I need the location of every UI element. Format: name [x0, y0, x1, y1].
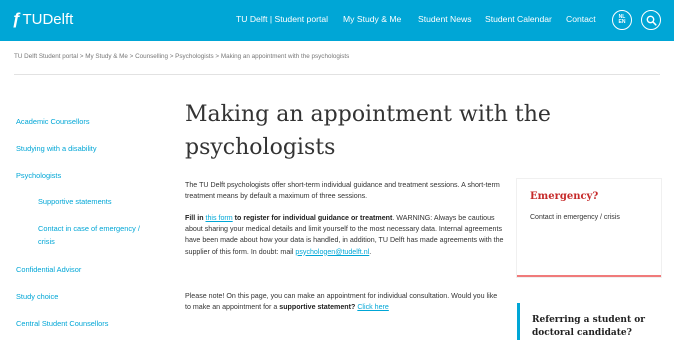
sidebar-item-emergency-contact[interactable]: Contact in case of emergency /: [38, 223, 140, 234]
nav-contact[interactable]: Contact: [566, 14, 596, 24]
nav-student-portal[interactable]: TU Delft | Student portal: [236, 14, 328, 24]
referring-box: Referring a student or doctoral candidat…: [517, 303, 661, 340]
emergency-title: Emergency?: [530, 191, 599, 202]
sidebar-item-supportive-statements[interactable]: Supportive statements: [38, 196, 112, 207]
lang-en: EN: [618, 19, 626, 25]
sidebar-item-central-student-counsellors[interactable]: Central Student Counsellors: [16, 318, 108, 329]
sidebar-item-academic-counsellors[interactable]: Academic Counsellors: [16, 116, 90, 127]
tudelft-logo[interactable]: ƒ TUDelft: [12, 9, 73, 29]
email-link[interactable]: psychologen@tudelft.nl: [295, 248, 369, 256]
click-here-link[interactable]: Click here: [357, 303, 389, 311]
note-paragraph: Please note! On this page, you can make …: [185, 291, 505, 313]
nav-student-calendar[interactable]: Student Calendar: [485, 14, 552, 24]
nav-my-study[interactable]: My Study & Me: [343, 14, 401, 24]
breadcrumb[interactable]: TU Delft Student portal > My Study & Me …: [14, 53, 349, 60]
nav-student-news[interactable]: Student News: [418, 14, 472, 24]
referring-title: Referring a student or doctoral candidat…: [532, 315, 646, 338]
emergency-contact-link[interactable]: Contact in emergency / crisis: [530, 214, 620, 221]
intro-paragraph: The TU Delft psychologists offer short-t…: [185, 181, 500, 201]
emergency-box: Emergency? Contact in emergency / crisis: [517, 179, 661, 277]
page-title-line-1: Making an appointment with the: [185, 102, 551, 127]
search-icon: [646, 15, 657, 26]
supportive-statement-text: supportive statement?: [279, 303, 356, 312]
sidebar-item-psychologists[interactable]: Psychologists: [16, 170, 61, 181]
search-button[interactable]: [641, 10, 661, 30]
form-paragraph: Fill in this form to register for indivi…: [185, 214, 504, 256]
language-switch-button[interactable]: NL EN: [612, 10, 632, 30]
sidebar-item-study-choice[interactable]: Study choice: [16, 291, 58, 302]
register-text: to register for individual guidance or t…: [232, 214, 393, 222]
this-form-link[interactable]: this form: [206, 214, 233, 222]
sidebar-item-studying-with-disability[interactable]: Studying with a disability: [16, 143, 97, 154]
divider: [14, 74, 660, 75]
logo-text: TUDelft: [22, 11, 74, 28]
fill-in-prefix: Fill in: [185, 214, 206, 222]
sidebar-item-emergency-contact-crisis[interactable]: crisis: [38, 236, 55, 247]
top-navigation-bar: ƒ TUDelft TU Delft | Student portal My S…: [0, 0, 674, 41]
flame-icon: ƒ: [12, 9, 22, 28]
sidebar-item-confidential-advisor[interactable]: Confidential Advisor: [16, 264, 81, 275]
page-title-line-2: psychologists: [185, 135, 336, 160]
